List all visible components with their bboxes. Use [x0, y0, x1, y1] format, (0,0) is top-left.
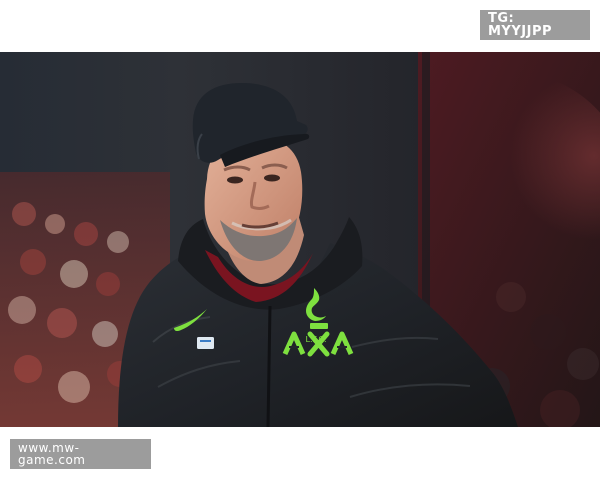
left-eye	[227, 176, 243, 184]
bottom-left-watermark: www.mw-game.com	[10, 439, 151, 469]
page: TG: MYYJJPP L.F.C. www.mw-game.com	[0, 0, 600, 480]
photo: L.F.C.	[0, 52, 600, 427]
top-right-watermark: TG: MYYJJPP	[480, 10, 590, 40]
photo-frame: L.F.C.	[0, 52, 600, 427]
jacket-zipper	[266, 305, 272, 427]
right-eye	[264, 174, 280, 182]
sleeve-badge	[197, 337, 214, 349]
